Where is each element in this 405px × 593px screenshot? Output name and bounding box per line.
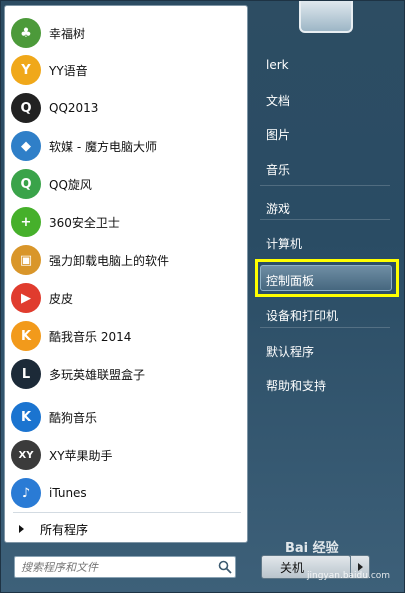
right-item-help-support[interactable]: 帮助和支持	[260, 371, 398, 399]
all-programs-label: 所有程序	[40, 522, 89, 537]
itunes-icon: ♪	[11, 478, 41, 508]
program-item[interactable]: K 酷我音乐 2014	[7, 318, 247, 354]
program-item[interactable]: L 多玩英雄联盟盒子	[7, 356, 247, 392]
search-icon[interactable]	[215, 557, 235, 577]
triangle-right-icon	[19, 525, 24, 533]
user-picture[interactable]	[299, 1, 353, 33]
program-label: 皮皮	[49, 291, 74, 306]
yy-icon: Y	[11, 55, 41, 85]
program-item[interactable]: ♣ 幸福树	[7, 15, 247, 51]
right-item-user[interactable]: lerk	[260, 51, 398, 79]
start-menu: ♣ 幸福树 Y YY语音 Q QQ2013 ◆ 软媒 - 魔方电脑大师 Q QQ旋风 +360安全卫…	[0, 0, 405, 593]
program-label: QQ2013	[49, 101, 99, 115]
kuwo-music-icon: K	[11, 321, 41, 351]
program-label: XY苹果助手	[49, 448, 113, 463]
right-item-music[interactable]: 音乐	[260, 155, 398, 183]
separator	[13, 512, 241, 513]
program-label: iTunes	[49, 486, 87, 500]
program-label: YY语音	[49, 63, 88, 78]
shutdown-label: 关机	[280, 560, 305, 575]
program-item[interactable]: ♪ iTunes	[7, 475, 247, 511]
program-item[interactable]: ▣ 强力卸载电脑上的软件	[7, 242, 247, 278]
program-label: 软媒 - 魔方电脑大师	[49, 139, 157, 154]
xy-assistant-icon: XY	[11, 440, 41, 470]
program-label: 酷狗音乐	[49, 410, 98, 425]
uninstall-icon: ▣	[11, 245, 41, 275]
shield-360-icon: +	[11, 207, 41, 237]
program-label: 360安全卫士	[49, 215, 120, 230]
programs-panel: ♣ 幸福树 Y YY语音 Q QQ2013 ◆ 软媒 - 魔方电脑大师 Q QQ旋风 +360安全卫…	[4, 5, 248, 543]
program-label: 多玩英雄联盟盒子	[49, 367, 146, 382]
control-panel-highlight-box	[255, 259, 399, 297]
program-label: 幸福树	[49, 26, 86, 41]
search-box[interactable]	[14, 556, 236, 578]
program-item[interactable]: ▶ 皮皮	[7, 280, 247, 316]
program-item[interactable]: ◆ 软媒 - 魔方电脑大师	[7, 128, 247, 164]
program-label: 酷我音乐 2014	[49, 329, 132, 344]
right-item-documents[interactable]: 文档	[260, 86, 398, 114]
right-item-computer[interactable]: 计算机	[260, 229, 398, 257]
right-item-games[interactable]: 游戏	[260, 194, 398, 222]
program-label: QQ旋风	[49, 177, 92, 192]
right-item-default-programs[interactable]: 默认程序	[260, 337, 398, 365]
program-item[interactable]: Y YY语音	[7, 52, 247, 88]
kugou-music-icon: K	[11, 402, 41, 432]
program-item[interactable]: K 酷狗音乐	[7, 399, 247, 435]
watermark: Bai 经验	[285, 541, 339, 556]
lol-box-icon: L	[11, 359, 41, 389]
program-label: 强力卸载电脑上的软件	[49, 253, 170, 268]
separator	[260, 185, 390, 186]
cube-icon: ◆	[11, 131, 41, 161]
tree-icon: ♣	[11, 18, 41, 48]
pipi-player-icon: ▶	[11, 283, 41, 313]
chevron-right-icon	[358, 563, 363, 571]
program-item[interactable]: Q QQ2013	[7, 90, 247, 126]
right-item-pictures[interactable]: 图片	[260, 120, 398, 148]
qq-penguin-icon: Q	[11, 93, 41, 123]
program-item[interactable]: +360安全卫士	[7, 204, 247, 240]
program-item[interactable]: XY XY苹果助手	[7, 437, 247, 473]
all-programs-button[interactable]: 所有程序	[7, 518, 247, 540]
right-item-devices-printers[interactable]: 设备和打印机	[260, 301, 398, 329]
watermark-url: jingyan.baidu.com	[307, 571, 391, 581]
search-input[interactable]	[21, 558, 215, 576]
program-item[interactable]: Q QQ旋风	[7, 166, 247, 202]
qq-whirlwind-icon: Q	[11, 169, 41, 199]
